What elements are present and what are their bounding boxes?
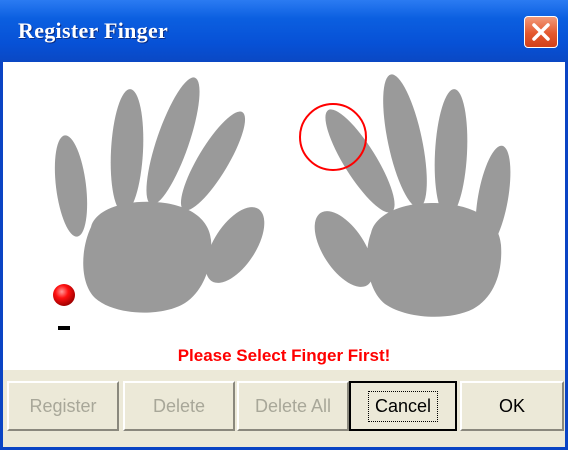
right-ring-finger[interactable] bbox=[432, 88, 471, 217]
cancel-button[interactable]: Cancel bbox=[349, 381, 457, 431]
title-bar[interactable]: Register Finger bbox=[0, 0, 568, 62]
window-title: Register Finger bbox=[18, 18, 169, 43]
delete-button[interactable]: Delete bbox=[123, 381, 235, 431]
register-button[interactable]: Register bbox=[7, 381, 119, 431]
dialog-body: Please Select Finger First! Register Del… bbox=[3, 62, 565, 447]
cancel-button-label: Cancel bbox=[367, 390, 439, 422]
left-hand-palm[interactable] bbox=[83, 201, 212, 313]
register-finger-dialog: Register Finger Please Select Finger Fir… bbox=[0, 0, 568, 450]
button-bar: Register Delete Delete All Cancel OK bbox=[3, 370, 565, 447]
close-icon bbox=[532, 23, 550, 41]
ok-button[interactable]: OK bbox=[460, 381, 564, 431]
close-button[interactable] bbox=[524, 16, 558, 48]
status-dash bbox=[58, 326, 70, 330]
delete-all-button[interactable]: Delete All bbox=[237, 381, 349, 431]
status-message: Please Select Finger First! bbox=[177, 346, 391, 365]
left-pinky-finger[interactable] bbox=[50, 134, 92, 239]
left-ring-finger[interactable] bbox=[108, 88, 146, 214]
hands-area bbox=[50, 74, 511, 330]
status-led-icon bbox=[53, 284, 75, 306]
